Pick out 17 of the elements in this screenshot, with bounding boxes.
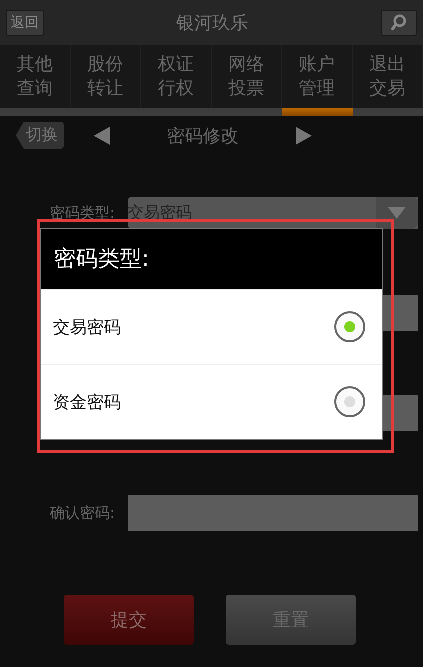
next-arrow-icon[interactable] xyxy=(296,126,312,144)
dropdown-arrow-icon xyxy=(388,207,406,219)
page-title: 密码修改 xyxy=(166,124,240,148)
input-field[interactable] xyxy=(128,495,418,531)
previous-arrow-icon[interactable] xyxy=(94,126,110,144)
back-button[interactable]: 返回 xyxy=(6,10,44,36)
submit-button[interactable]: 提交 xyxy=(64,595,194,645)
field-label: 确认密码: xyxy=(50,504,116,522)
search-button[interactable] xyxy=(381,10,417,36)
option-label: 资金密码 xyxy=(53,392,121,414)
option-label: 交易密码 xyxy=(53,316,121,338)
radio-button[interactable] xyxy=(334,386,366,418)
switch-button[interactable]: 切换 xyxy=(16,122,64,149)
dialog-title: 密码类型: xyxy=(41,229,382,289)
app-title: 银河玖乐 xyxy=(176,12,248,34)
radio-button[interactable] xyxy=(334,311,366,343)
search-icon xyxy=(390,14,408,32)
